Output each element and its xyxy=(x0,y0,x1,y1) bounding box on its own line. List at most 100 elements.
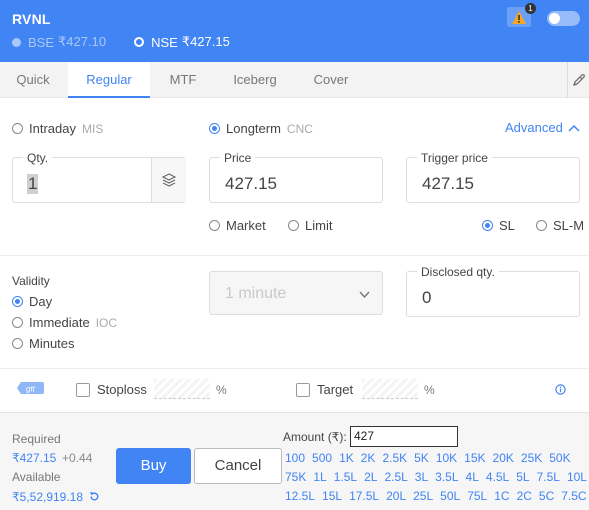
warning-icon xyxy=(512,10,526,24)
order-type-market[interactable]: Market xyxy=(209,218,266,233)
amount-chip[interactable]: 50K xyxy=(549,451,570,465)
required-margin-value: ₹427.15 xyxy=(12,451,57,465)
validity-minutes[interactable]: Minutes xyxy=(12,336,75,351)
tab-cover[interactable]: Cover xyxy=(296,62,366,98)
amount-chip[interactable]: 12.5L xyxy=(285,489,315,503)
limit-radio[interactable] xyxy=(288,220,299,231)
trigger-price-input[interactable]: 427.15 xyxy=(422,174,474,194)
amount-chip[interactable]: 5L xyxy=(516,470,529,484)
sl-label: SL xyxy=(499,218,515,233)
advanced-toggle[interactable]: Advanced xyxy=(505,120,580,135)
amount-chip[interactable]: 25K xyxy=(521,451,542,465)
required-margin-delta: +0.44 xyxy=(62,451,93,465)
longterm-radio[interactable] xyxy=(209,123,220,134)
amount-chip[interactable]: 5K xyxy=(414,451,429,465)
tab-regular[interactable]: Regular xyxy=(68,62,150,98)
slm-radio[interactable] xyxy=(536,220,547,231)
intraday-radio[interactable] xyxy=(12,123,23,134)
amount-chip[interactable]: 25L xyxy=(413,489,433,503)
exchange-option-nse[interactable]: NSE ₹427.15 xyxy=(134,34,230,50)
amount-chip[interactable]: 75L xyxy=(467,489,487,503)
refresh-icon[interactable] xyxy=(89,491,100,502)
amount-chip[interactable]: 100 xyxy=(285,451,305,465)
amount-chip[interactable]: 75K xyxy=(285,470,306,484)
stoploss-percent-input[interactable] xyxy=(154,379,210,399)
lot-size-button[interactable] xyxy=(151,158,186,202)
target-percent-input[interactable] xyxy=(362,379,418,399)
amount-chip[interactable]: 2.5K xyxy=(382,451,407,465)
amount-chip[interactable]: 500 xyxy=(312,451,332,465)
product-intraday[interactable]: Intraday MIS xyxy=(12,121,103,136)
ioc-code: IOC xyxy=(95,315,118,330)
bse-radio[interactable] xyxy=(12,37,21,47)
amount-chip[interactable]: 3L xyxy=(415,470,428,484)
market-radio[interactable] xyxy=(209,220,220,231)
amount-chip[interactable]: 1L xyxy=(313,470,326,484)
tab-mtf[interactable]: MTF xyxy=(152,62,214,98)
chevron-down-icon xyxy=(359,291,370,298)
validity-immediate[interactable]: Immediate IOC xyxy=(12,315,117,330)
disclosed-qty-label: Disclosed qty. xyxy=(417,265,499,279)
price-input[interactable]: 427.15 xyxy=(225,174,277,194)
minutes-label: Minutes xyxy=(29,336,75,351)
amount-chip[interactable]: 4.5L xyxy=(486,470,509,484)
tab-iceberg[interactable]: Iceberg xyxy=(218,62,292,98)
nse-radio[interactable] xyxy=(134,37,145,47)
target-box[interactable] xyxy=(296,382,310,397)
minutes-select[interactable]: 1 minute xyxy=(209,271,383,315)
amount-input[interactable]: 427 xyxy=(350,426,458,447)
disclosed-qty-field[interactable]: Disclosed qty. 0 xyxy=(406,265,580,317)
order-type-limit[interactable]: Limit xyxy=(288,218,332,233)
amount-chip[interactable]: 10K xyxy=(436,451,457,465)
amount-chip[interactable]: 1.5L xyxy=(334,470,357,484)
stoploss-checkbox[interactable]: Stoploss xyxy=(76,382,147,397)
amount-chip[interactable]: 15K xyxy=(464,451,485,465)
validity-day[interactable]: Day xyxy=(12,294,52,309)
trigger-price-field[interactable]: Trigger price 427.15 xyxy=(406,151,580,203)
price-field[interactable]: Price 427.15 xyxy=(209,151,383,203)
amount-chip[interactable]: 1K xyxy=(339,451,354,465)
amount-chip[interactable]: 20L xyxy=(386,489,406,503)
amount-chip[interactable]: 4L xyxy=(466,470,479,484)
gtt-icon-text: gtt xyxy=(26,385,36,394)
amount-chip[interactable]: 15L xyxy=(322,489,342,503)
amount-chip[interactable]: 7.5L xyxy=(537,470,560,484)
amount-chip[interactable]: 50L xyxy=(440,489,460,503)
advanced-label: Advanced xyxy=(505,120,563,135)
amount-chip[interactable]: 2C xyxy=(517,489,532,503)
amount-chip[interactable]: 7.5C xyxy=(561,489,586,503)
amount-chip[interactable]: 2.5L xyxy=(384,470,407,484)
amount-chip[interactable]: 20K xyxy=(493,451,514,465)
tab-quick[interactable]: Quick xyxy=(0,62,66,98)
validity-title: Validity xyxy=(12,274,50,288)
qty-input[interactable]: 1 xyxy=(27,174,39,194)
buy-sell-toggle[interactable] xyxy=(547,11,580,26)
order-type-slm[interactable]: SL-M xyxy=(536,218,584,233)
sl-radio[interactable] xyxy=(482,220,493,231)
info-icon[interactable] xyxy=(555,384,566,395)
amount-chip[interactable]: 2L xyxy=(364,470,377,484)
amount-chip[interactable]: 10L xyxy=(567,470,587,484)
qty-field[interactable]: Qty. 1 xyxy=(12,151,186,203)
layers-icon xyxy=(162,173,176,187)
amount-chip[interactable]: 3.5L xyxy=(435,470,458,484)
buy-button[interactable]: Buy xyxy=(116,448,191,484)
target-percent-sign: % xyxy=(424,383,435,397)
stoploss-box[interactable] xyxy=(76,382,90,397)
amount-chip[interactable]: 5C xyxy=(539,489,554,503)
disclosed-qty-input[interactable]: 0 xyxy=(422,288,431,308)
exchange-selector: BSE ₹427.10 NSE ₹427.15 xyxy=(12,34,230,50)
amount-chip[interactable]: 17.5L xyxy=(349,489,379,503)
pipette-button[interactable] xyxy=(567,62,589,98)
exchange-option-bse[interactable]: BSE ₹427.10 xyxy=(12,34,106,50)
order-type-sl[interactable]: SL xyxy=(482,218,515,233)
target-checkbox[interactable]: Target xyxy=(296,382,353,397)
nse-price: ₹427.15 xyxy=(181,34,230,49)
product-longterm[interactable]: Longterm CNC xyxy=(209,121,313,136)
amount-chip[interactable]: 2K xyxy=(361,451,376,465)
day-radio[interactable] xyxy=(12,296,23,307)
immediate-radio[interactable] xyxy=(12,317,23,328)
cancel-button[interactable]: Cancel xyxy=(194,448,282,484)
minutes-radio[interactable] xyxy=(12,338,23,349)
amount-chip[interactable]: 1C xyxy=(494,489,509,503)
